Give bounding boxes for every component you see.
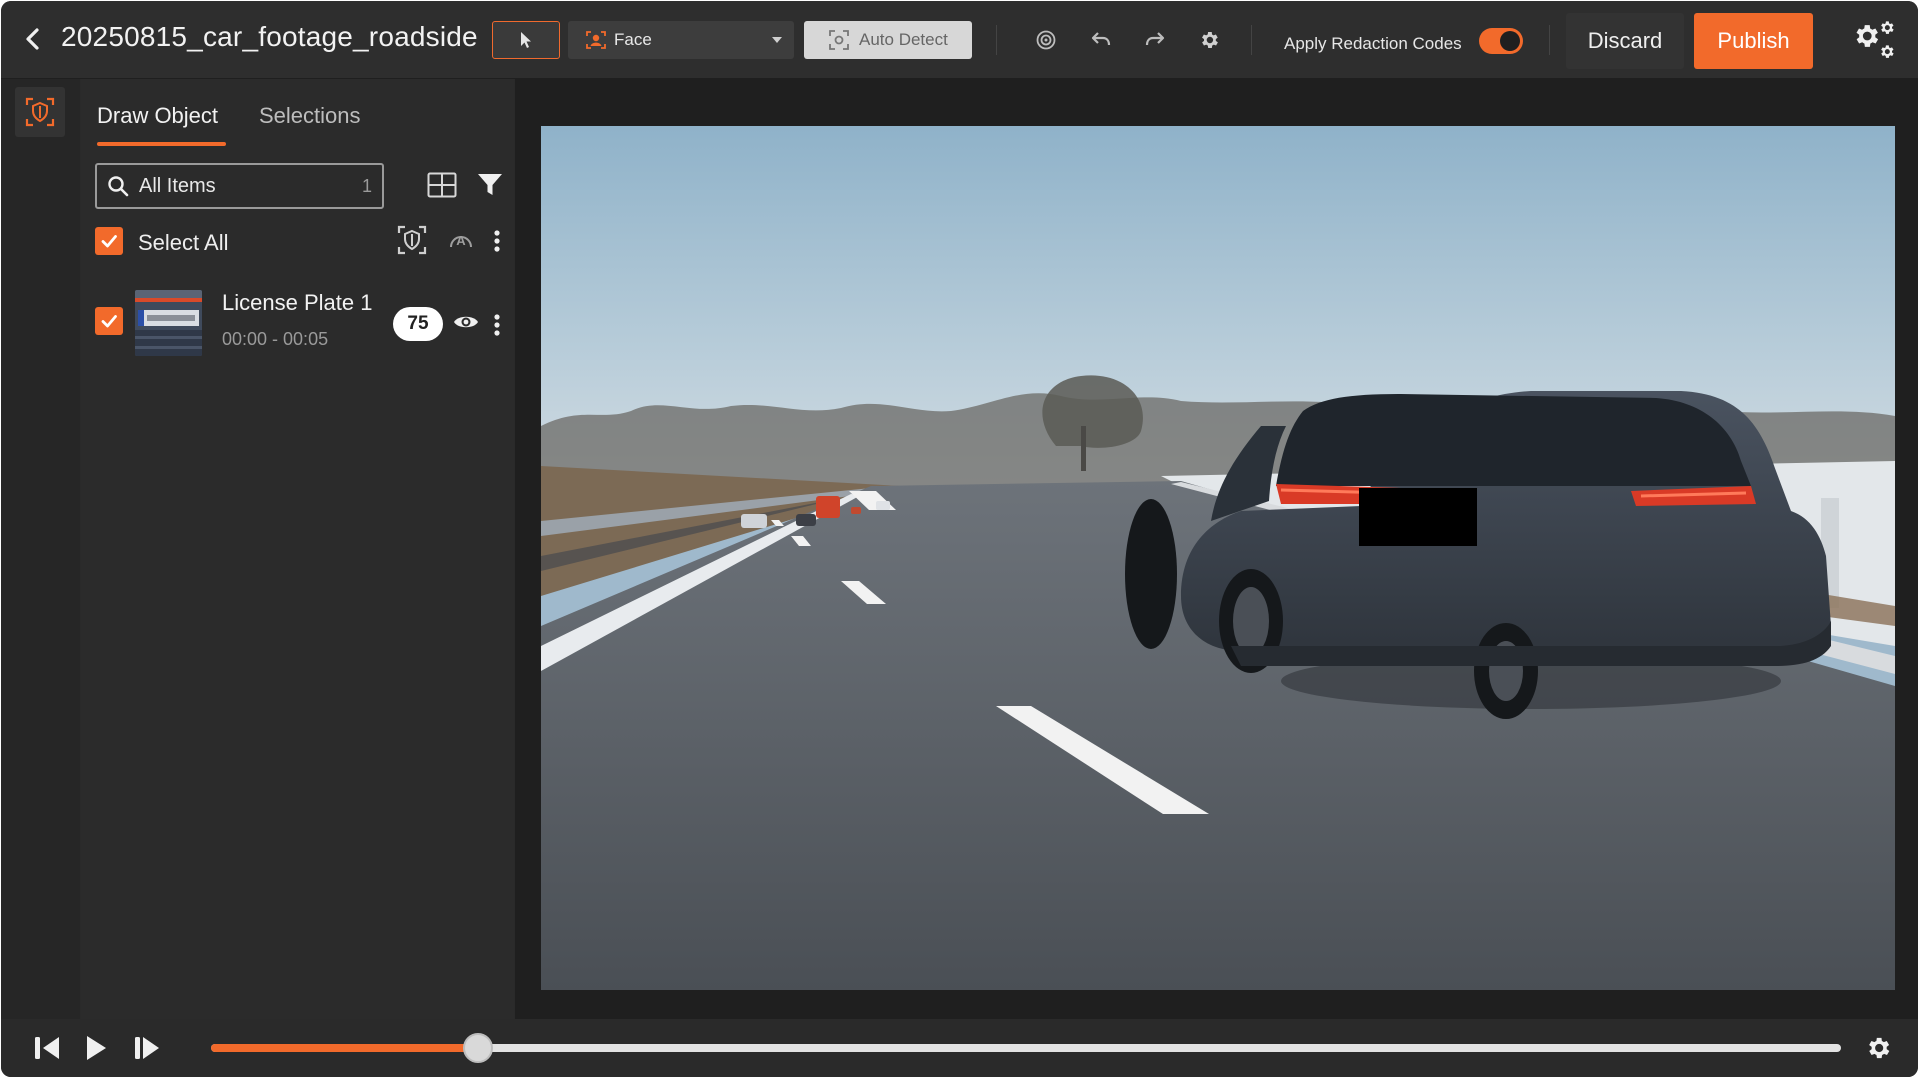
toggle-knob — [1500, 31, 1520, 51]
detection-type-dropdown[interactable]: Face — [568, 21, 794, 59]
road-scene-image — [541, 126, 1895, 990]
tab-selections[interactable]: Selections — [259, 103, 361, 129]
item-time-range: 00:00 - 00:05 — [222, 329, 329, 349]
more-vertical-icon[interactable] — [493, 313, 501, 337]
redaction-app: 20250815_car_footage_roadside Face Auto … — [1, 1, 1918, 1077]
publish-button[interactable]: Publish — [1694, 13, 1813, 69]
checkmark-icon — [101, 315, 117, 328]
top-bar: 20250815_car_footage_roadside Face Auto … — [1, 1, 1918, 79]
toolbar-divider — [1251, 25, 1252, 55]
item-thumbnail — [135, 290, 202, 356]
tab-draw-object[interactable]: Draw Object — [97, 103, 218, 129]
redaction-nav-button[interactable] — [15, 87, 65, 137]
target-tool-button[interactable] — [1031, 25, 1061, 55]
redo-button[interactable] — [1140, 25, 1170, 55]
active-tab-indicator — [97, 142, 226, 146]
search-count: 1 — [361, 176, 372, 196]
face-detect-icon — [586, 31, 606, 49]
filter-icon[interactable] — [477, 172, 503, 198]
video-viewer — [515, 79, 1918, 1019]
video-frame[interactable] — [541, 126, 1895, 990]
gears-icon[interactable] — [1851, 19, 1897, 61]
apply-redaction-label: Apply Redaction Codes — [1284, 34, 1462, 53]
redo-icon — [1145, 32, 1165, 46]
scan-icon — [829, 30, 849, 50]
shield-redact-icon — [25, 97, 55, 127]
auto-a-icon[interactable]: A — [447, 227, 475, 253]
gear-icon[interactable] — [1864, 1034, 1892, 1062]
toolbar-divider — [1549, 25, 1550, 55]
auto-detect-label: Auto Detect — [859, 30, 948, 49]
search-input[interactable]: All Items 1 — [95, 163, 384, 209]
shield-redact-icon[interactable] — [397, 225, 427, 255]
timeline-progress — [211, 1044, 479, 1052]
playback-bar — [1, 1019, 1918, 1077]
chevron-left-icon[interactable] — [19, 25, 47, 53]
item-count-badge: 75 — [393, 307, 443, 341]
auto-detect-button[interactable]: Auto Detect — [804, 21, 972, 59]
license-plate-thumbnail-image — [135, 290, 202, 356]
more-vertical-icon[interactable] — [493, 229, 501, 253]
page-title: 20250815_car_footage_roadside — [61, 21, 478, 52]
undo-icon — [1091, 32, 1111, 46]
settings-tool-button[interactable] — [1194, 25, 1224, 55]
item-name: License Plate 1 — [222, 290, 373, 315]
object-panel: Draw Object Selections All Items 1 Selec… — [81, 79, 514, 1019]
svg-text:A: A — [456, 233, 466, 248]
eye-icon[interactable] — [453, 313, 479, 331]
play-icon[interactable] — [84, 1034, 108, 1062]
cursor-icon — [521, 32, 531, 48]
checkmark-icon — [101, 235, 117, 248]
discard-button[interactable]: Discard — [1566, 13, 1684, 69]
search-icon — [108, 176, 129, 197]
detection-type-label: Face — [614, 30, 652, 49]
select-all-checkbox[interactable] — [95, 227, 123, 255]
item-checkbox[interactable] — [95, 307, 123, 335]
select-all-label: Select All — [138, 230, 229, 255]
chevron-down-icon — [772, 37, 782, 43]
search-value: All Items — [139, 174, 216, 197]
grid-view-icon[interactable] — [427, 172, 457, 198]
undo-button[interactable] — [1086, 25, 1116, 55]
select-tool-button[interactable] — [492, 21, 560, 59]
timeline-scrubber[interactable] — [211, 1033, 1841, 1063]
target-icon — [1036, 30, 1056, 50]
left-rail — [1, 79, 80, 1019]
step-forward-icon[interactable] — [134, 1034, 160, 1062]
step-back-icon[interactable] — [34, 1034, 60, 1062]
apply-redaction-toggle[interactable] — [1479, 28, 1523, 54]
gear-icon — [1202, 32, 1218, 48]
timeline-handle[interactable] — [463, 1033, 494, 1063]
toolbar-divider — [996, 25, 997, 55]
